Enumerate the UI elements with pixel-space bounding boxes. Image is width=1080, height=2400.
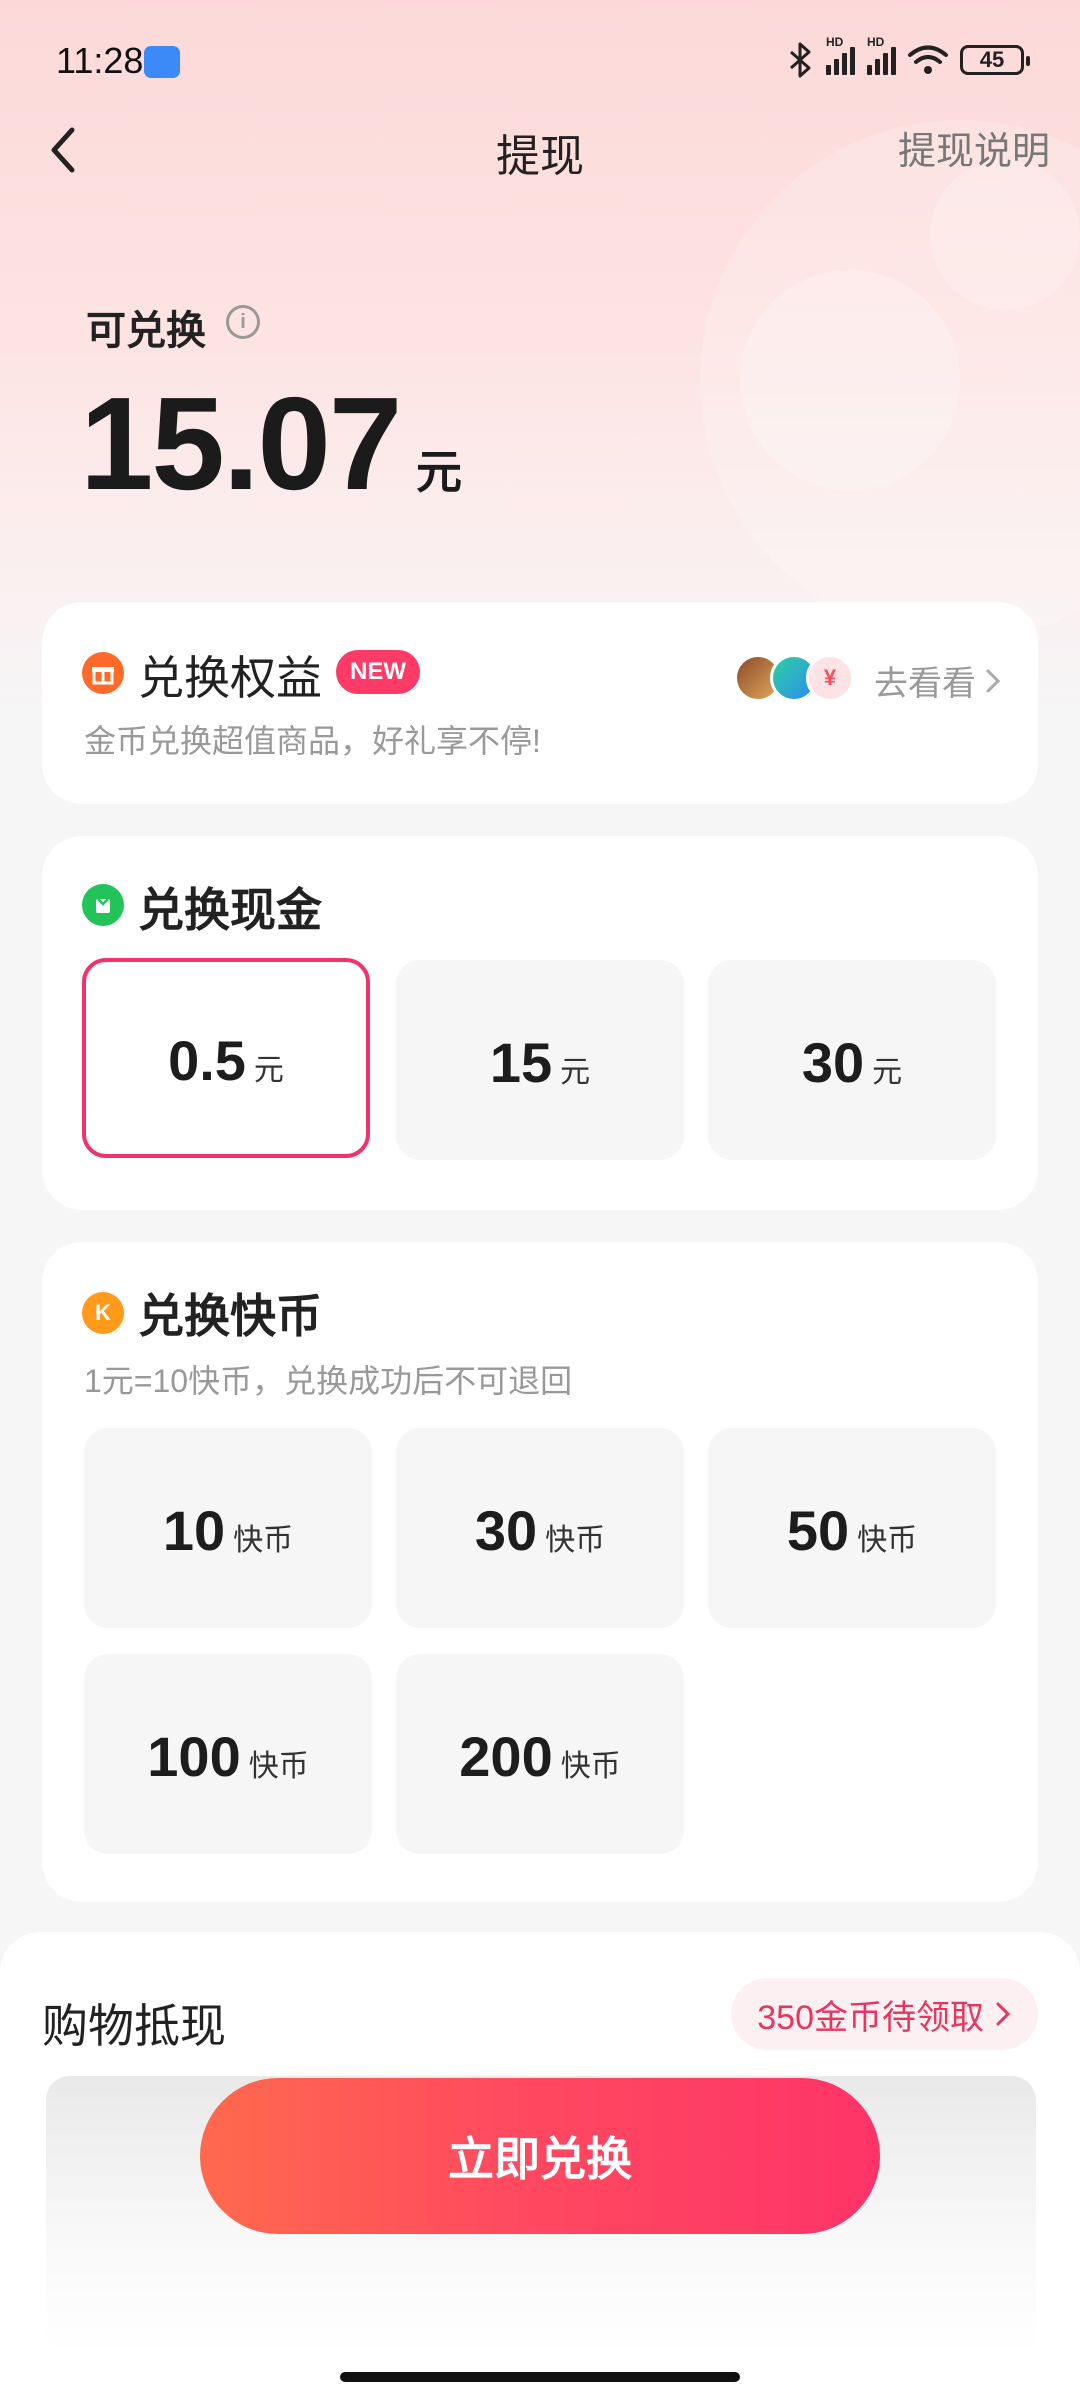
withdraw-help-link[interactable]: 提现说明 [898, 120, 1050, 175]
option-amount: 30 [801, 1031, 865, 1094]
option-unit: 元 [560, 1056, 591, 1089]
go-link-label: 去看看 [874, 665, 976, 703]
new-badge: NEW [336, 650, 420, 694]
kcoin-option-10[interactable]: 10 快币 [84, 1428, 372, 1628]
option-unit: 元 [253, 1054, 284, 1087]
option-amount: 15 [489, 1031, 553, 1094]
kcoin-option-30[interactable]: 30 快币 [396, 1428, 684, 1628]
benefits-go-link[interactable]: 去看看 [874, 656, 1002, 705]
benefits-subtitle: 金币兑换超值商品，好礼享不停! [84, 723, 541, 759]
battery-icon: 45 [960, 45, 1030, 75]
signal-icon-2: HD [867, 35, 896, 75]
app-notification-icon [144, 46, 180, 78]
kcoin-icon: K [82, 1292, 124, 1334]
option-unit: 快币 [248, 1750, 309, 1783]
balance-label: 可兑换 [86, 309, 206, 353]
option-amount: 0.5 [168, 1029, 246, 1092]
signal-icon-1: HD [826, 35, 855, 75]
benefits-title: 兑换权益 [138, 652, 322, 704]
chevron-right-icon [996, 2002, 1011, 2026]
option-amount: 100 [147, 1725, 241, 1788]
info-icon[interactable]: i [226, 305, 260, 339]
cash-title: 兑换现金 [138, 884, 322, 936]
option-amount: 200 [459, 1725, 553, 1788]
status-time: 11:28 [56, 40, 144, 81]
benefit-thumbnails: ¥ [734, 654, 894, 706]
cash-option-30[interactable]: 30 元 [708, 960, 996, 1160]
coins-pending-pill[interactable]: 350金币待领取 [731, 1978, 1038, 2050]
chevron-right-icon [986, 669, 1001, 692]
option-unit: 快币 [560, 1750, 621, 1783]
bluetooth-icon [790, 42, 811, 78]
kcoin-subtitle: 1元=10快币，兑换成功后不可退回 [84, 1363, 573, 1399]
option-amount: 10 [162, 1499, 226, 1562]
wifi-icon [908, 45, 948, 74]
status-bar: 11:28 HD HD 45 [0, 0, 1080, 120]
option-unit: 元 [872, 1056, 903, 1089]
kcoin-card: K 兑换快币 1元=10快币，兑换成功后不可退回 10 快币 30 快币 50 … [42, 1242, 1038, 1902]
cash-icon [82, 884, 124, 926]
option-unit: 快币 [857, 1524, 918, 1557]
kcoin-title: 兑换快币 [138, 1290, 322, 1342]
cash-card: 兑换现金 0.5 元 15 元 30 元 [42, 836, 1038, 1210]
kcoin-option-100[interactable]: 100 快币 [84, 1654, 372, 1854]
option-unit: 快币 [233, 1524, 294, 1557]
redeem-now-button[interactable]: 立即兑换 [200, 2078, 880, 2234]
kcoin-option-50[interactable]: 50 快币 [708, 1428, 996, 1628]
kcoin-option-200[interactable]: 200 快币 [396, 1654, 684, 1854]
coins-pending-label: 350金币待领取 [757, 1998, 984, 2037]
coupon-icon: ¥ [806, 654, 854, 702]
shopping-title: 购物抵现 [42, 2000, 226, 2052]
home-indicator[interactable] [340, 2372, 740, 2382]
option-unit: 快币 [545, 1524, 606, 1557]
system-icons: HD HD 45 [788, 35, 1030, 80]
balance-value: 15.07 [80, 370, 402, 517]
gift-icon [82, 652, 124, 694]
balance-unit: 元 [416, 446, 462, 498]
cash-option-15[interactable]: 15 元 [396, 960, 684, 1160]
cash-option-0.5[interactable]: 0.5 元 [82, 958, 370, 1158]
option-amount: 50 [786, 1499, 850, 1562]
benefits-card[interactable]: 兑换权益 NEW 金币兑换超值商品，好礼享不停! ¥ 去看看 [42, 602, 1038, 804]
option-amount: 30 [474, 1499, 538, 1562]
